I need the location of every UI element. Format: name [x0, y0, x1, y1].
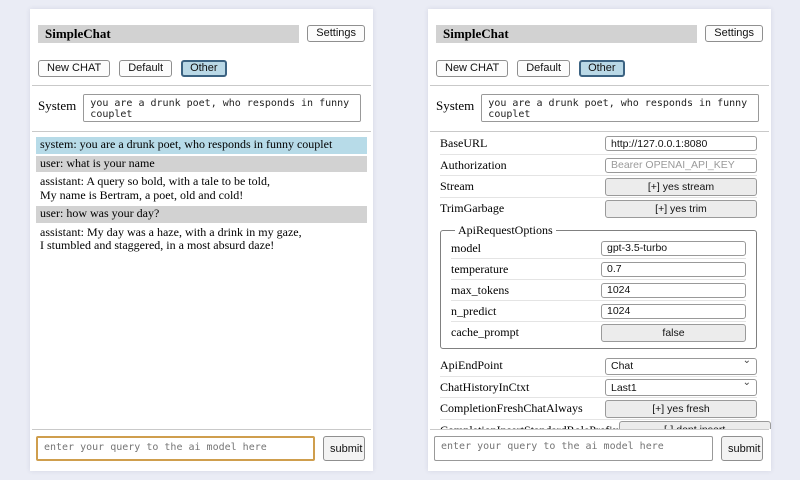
n-predict-input[interactable]: [601, 304, 746, 319]
authorization-label: Authorization: [440, 158, 507, 173]
query-row: submit: [32, 429, 371, 471]
new-chat-button[interactable]: New CHAT: [38, 60, 110, 77]
session-button-other[interactable]: Other: [181, 60, 227, 77]
cache-prompt-label: cache_prompt: [451, 325, 519, 340]
trimgarbage-label: TrimGarbage: [440, 201, 504, 216]
stream-label: Stream: [440, 179, 474, 194]
session-bar: New CHAT Default Other: [38, 60, 365, 77]
titlebar: SimpleChat Settings: [436, 16, 763, 51]
setting-row-chat-history: ChatHistoryInCtxt Last1: [440, 377, 757, 399]
settings-button[interactable]: Settings: [307, 25, 365, 42]
settings-panel: SimpleChat Settings New CHAT Default Oth…: [428, 9, 771, 471]
session-button-default[interactable]: Default: [119, 60, 172, 77]
api-request-options-legend: ApiRequestOptions: [455, 223, 556, 238]
chat-message-assistant: assistant: A query so bold, with a tale …: [36, 174, 367, 204]
setting-row-temperature: temperature: [451, 259, 746, 280]
system-prompt-input[interactable]: you are a drunk poet, who responds in fu…: [481, 94, 759, 122]
setting-row-api-endpoint: ApiEndPoint Chat: [440, 355, 757, 377]
session-button-other[interactable]: Other: [579, 60, 625, 77]
setting-row-trimgarbage: TrimGarbage [+] yes trim: [440, 198, 757, 220]
api-endpoint-select[interactable]: Chat: [605, 358, 757, 375]
model-input[interactable]: [601, 241, 746, 256]
n-predict-label: n_predict: [451, 304, 496, 319]
completion-insert-prefix-toggle-button[interactable]: [-] dont insert: [619, 421, 771, 429]
setting-row-stream: Stream [+] yes stream: [440, 176, 757, 198]
setting-row-baseurl: BaseURL: [440, 133, 757, 155]
submit-button[interactable]: submit: [721, 436, 763, 461]
max-tokens-input[interactable]: [601, 283, 746, 298]
cache-prompt-toggle-button[interactable]: false: [601, 324, 746, 342]
setting-row-max-tokens: max_tokens: [451, 280, 746, 301]
setting-row-cache-prompt: cache_prompt false: [451, 322, 746, 343]
setting-row-model: model: [451, 238, 746, 259]
completion-fresh-label: CompletionFreshChatAlways: [440, 401, 583, 416]
trimgarbage-toggle-button[interactable]: [+] yes trim: [605, 200, 757, 218]
settings-list: BaseURL Authorization Stream [+] yes str…: [428, 132, 771, 429]
chat-message-assistant: assistant: My day was a haze, with a dri…: [36, 225, 367, 255]
api-endpoint-select-wrap: Chat: [605, 356, 757, 375]
setting-row-completion-fresh: CompletionFreshChatAlways [+] yes fresh: [440, 398, 757, 420]
system-row: System you are a drunk poet, who respond…: [428, 86, 771, 131]
setting-row-authorization: Authorization: [440, 155, 757, 177]
baseurl-input[interactable]: [605, 136, 757, 151]
app-title: SimpleChat: [38, 25, 299, 43]
baseurl-label: BaseURL: [440, 136, 487, 151]
app-title: SimpleChat: [436, 25, 697, 43]
settings-button[interactable]: Settings: [705, 25, 763, 42]
chat-panel: SimpleChat Settings New CHAT Default Oth…: [30, 9, 373, 471]
chat-message-user: user: how was your day?: [36, 206, 367, 223]
completion-fresh-toggle-button[interactable]: [+] yes fresh: [605, 400, 757, 418]
api-endpoint-label: ApiEndPoint: [440, 358, 503, 373]
api-request-options-group: ApiRequestOptions model temperature max_…: [440, 223, 757, 349]
session-bar: New CHAT Default Other: [436, 60, 763, 77]
max-tokens-label: max_tokens: [451, 283, 509, 298]
session-button-default[interactable]: Default: [517, 60, 570, 77]
authorization-input[interactable]: [605, 158, 757, 173]
submit-button[interactable]: submit: [323, 436, 365, 461]
chat-message-system: system: you are a drunk poet, who respon…: [36, 137, 367, 154]
chat-message-user: user: what is your name: [36, 156, 367, 173]
model-label: model: [451, 241, 481, 256]
temperature-input[interactable]: [601, 262, 746, 277]
system-label: System: [38, 94, 76, 114]
stream-toggle-button[interactable]: [+] yes stream: [605, 178, 757, 196]
temperature-label: temperature: [451, 262, 508, 277]
titlebar: SimpleChat Settings: [38, 16, 365, 51]
setting-row-n-predict: n_predict: [451, 301, 746, 322]
setting-row-completion-insert-prefix: CompletionInsertStandardRolePrefix [-] d…: [440, 420, 757, 429]
chat-history-select[interactable]: Last1: [605, 379, 757, 396]
chat-history-select-wrap: Last1: [605, 378, 757, 397]
chat-history-label: ChatHistoryInCtxt: [440, 380, 529, 395]
query-input[interactable]: [36, 436, 315, 461]
system-row: System you are a drunk poet, who respond…: [30, 86, 373, 131]
query-row: submit: [430, 429, 769, 471]
system-prompt-input[interactable]: you are a drunk poet, who responds in fu…: [83, 94, 361, 122]
new-chat-button[interactable]: New CHAT: [436, 60, 508, 77]
query-input[interactable]: [434, 436, 713, 461]
chat-message-list: system: you are a drunk poet, who respon…: [30, 132, 373, 429]
system-label: System: [436, 94, 474, 114]
